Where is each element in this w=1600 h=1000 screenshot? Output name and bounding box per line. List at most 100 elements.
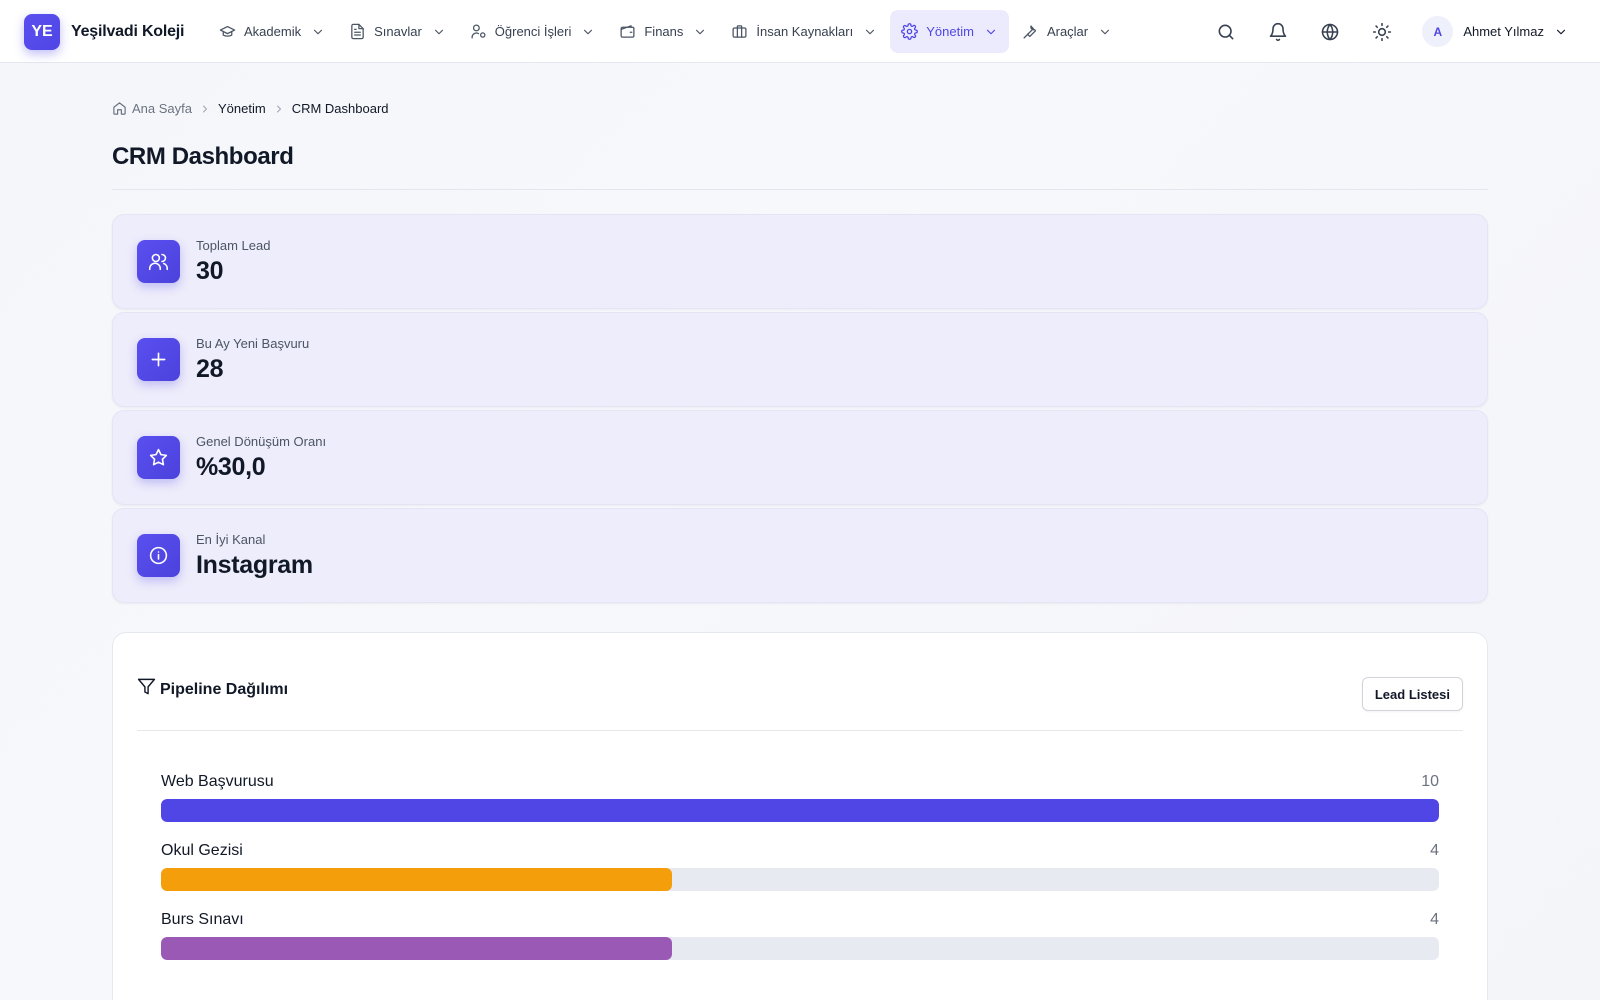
panel-title: Pipeline Dağılımı bbox=[137, 678, 289, 699]
search-icon bbox=[1218, 24, 1234, 39]
filter-icon bbox=[137, 678, 156, 694]
star-icon bbox=[149, 448, 168, 466]
progress-track bbox=[161, 799, 1439, 822]
lead-list-button[interactable]: Lead Listesi bbox=[1361, 677, 1463, 711]
plus-icon bbox=[151, 352, 166, 367]
menu-item-label: Sınavlar bbox=[374, 24, 422, 39]
pipeline-count: 10 bbox=[1421, 773, 1439, 790]
stat-icon-box bbox=[137, 534, 180, 577]
sun-icon bbox=[1373, 22, 1392, 41]
pipeline-name: Burs Sınavı bbox=[161, 911, 244, 928]
page-title: CRM Dashboard bbox=[112, 143, 294, 170]
info-icon bbox=[149, 546, 168, 565]
gear-icon bbox=[901, 23, 919, 40]
stat-icon-box bbox=[137, 240, 180, 283]
stat-text: Toplam Lead 30 bbox=[196, 238, 270, 286]
stat-value: %30,0 bbox=[196, 452, 266, 481]
pipeline-row-header: Web Başvurusu 10 bbox=[161, 771, 1439, 793]
chevron-down-icon bbox=[1101, 29, 1110, 34]
menu-item-label: İnsan Kaynakları bbox=[756, 24, 854, 39]
theme-toggle-button[interactable] bbox=[1356, 12, 1408, 52]
user-name: Ahmet Yılmaz bbox=[1463, 24, 1544, 39]
breadcrumb-home-link[interactable]: Ana Sayfa bbox=[132, 101, 192, 116]
main-menu: Akademik Sınavlar Öğrenci İşleri Finans … bbox=[208, 10, 1125, 53]
menu-item-label: Araçlar bbox=[1046, 24, 1089, 39]
progress-track bbox=[161, 868, 1439, 891]
stat-icon-box bbox=[137, 338, 180, 381]
menu-item-araclar[interactable]: Araçlar bbox=[1011, 10, 1123, 53]
avatar: A bbox=[1422, 16, 1454, 47]
menu-item-label: Öğrenci İşleri bbox=[494, 24, 572, 39]
users-icon bbox=[148, 253, 169, 271]
home-icon bbox=[113, 102, 126, 115]
breadcrumb-current: CRM Dashboard bbox=[291, 101, 389, 116]
pipeline-name: Web Başvurusu bbox=[161, 773, 274, 790]
stat-card-total-lead: Toplam Lead 30 bbox=[112, 214, 1488, 309]
pipeline-list: Web Başvurusu 10 Okul Gezisi 4 Burs Sına… bbox=[161, 771, 1439, 978]
chevron-down-icon bbox=[1556, 29, 1566, 34]
stat-value: 30 bbox=[196, 256, 224, 285]
briefcase-icon bbox=[732, 25, 747, 38]
breadcrumb: Ana Sayfa Yönetim CRM Dashboard bbox=[112, 101, 1488, 116]
chevron-down-icon bbox=[434, 29, 443, 34]
stat-text: En İyi Kanal Instagram bbox=[196, 532, 313, 580]
stat-icon-box bbox=[137, 436, 180, 479]
chevron-right-icon bbox=[276, 105, 281, 112]
progress-track bbox=[161, 937, 1439, 960]
stat-text: Bu Ay Yeni Başvuru 28 bbox=[196, 336, 309, 384]
pipeline-row: Okul Gezisi 4 bbox=[161, 840, 1439, 909]
menu-item-akademik[interactable]: Akademik bbox=[208, 10, 336, 53]
stats-list: Toplam Lead 30 Bu Ay Yeni Başvuru 28 Gen… bbox=[112, 214, 1488, 603]
stat-value: 28 bbox=[196, 354, 224, 383]
stat-label: Bu Ay Yeni Başvuru bbox=[196, 335, 310, 351]
panel-title-text: Pipeline Dağılımı bbox=[160, 681, 289, 698]
brand-name: Yeşilvadi Koleji bbox=[71, 23, 185, 40]
language-button[interactable] bbox=[1304, 12, 1356, 52]
wrench-icon bbox=[1023, 25, 1037, 39]
notifications-button[interactable] bbox=[1252, 12, 1304, 52]
main-content: Ana Sayfa Yönetim CRM Dashboard CRM Dash… bbox=[112, 63, 1488, 1000]
pipeline-panel: Pipeline Dağılımı Lead Listesi Web Başvu… bbox=[112, 632, 1488, 1000]
menu-item-insan-kaynaklari[interactable]: İnsan Kaynakları bbox=[720, 10, 888, 53]
chevron-right-icon bbox=[203, 105, 207, 112]
divider bbox=[112, 189, 1488, 190]
breadcrumb-section-link[interactable]: Yönetim bbox=[218, 101, 266, 116]
globe-icon bbox=[1322, 23, 1339, 40]
document-icon bbox=[351, 23, 364, 40]
top-navbar: YE Yeşilvadi Koleji Akademik Sınavlar Öğ… bbox=[0, 0, 1600, 63]
search-button[interactable] bbox=[1200, 12, 1252, 52]
pipeline-row-header: Okul Gezisi 4 bbox=[161, 840, 1439, 862]
stat-card-conversion-rate: Genel Dönüşüm Oranı %30,0 bbox=[112, 410, 1488, 505]
stat-label: Toplam Lead bbox=[196, 237, 271, 253]
stat-card-new-applications: Bu Ay Yeni Başvuru 28 bbox=[112, 312, 1488, 407]
menu-item-label: Finans bbox=[644, 24, 684, 39]
nav-right-tools: A Ahmet Yılmaz bbox=[1200, 0, 1600, 63]
chevron-down-icon bbox=[866, 29, 875, 34]
pipeline-row-header: Burs Sınavı 4 bbox=[161, 909, 1439, 931]
stat-card-best-channel: En İyi Kanal Instagram bbox=[112, 508, 1488, 603]
menu-item-ogrenci-isleri[interactable]: Öğrenci İşleri bbox=[459, 10, 607, 53]
stat-label: En İyi Kanal bbox=[196, 531, 266, 547]
brand-logo: YE bbox=[24, 14, 60, 50]
stat-text: Genel Dönüşüm Oranı %30,0 bbox=[196, 434, 326, 482]
chevron-down-icon bbox=[696, 29, 705, 34]
chevron-down-icon bbox=[584, 29, 593, 34]
brand[interactable]: YE Yeşilvadi Koleji bbox=[24, 14, 185, 50]
menu-item-sinavlar[interactable]: Sınavlar bbox=[338, 10, 457, 53]
pipeline-count: 4 bbox=[1430, 842, 1439, 859]
user-gear-icon bbox=[471, 24, 486, 39]
chevron-down-icon bbox=[986, 29, 996, 34]
progress-fill bbox=[161, 799, 1439, 822]
menu-item-yonetim[interactable]: Yönetim bbox=[890, 10, 1009, 53]
pipeline-row: Burs Sınavı 4 bbox=[161, 909, 1439, 978]
bell-icon bbox=[1270, 22, 1287, 41]
user-menu[interactable]: A Ahmet Yılmaz bbox=[1422, 16, 1568, 47]
panel-header bbox=[137, 633, 1463, 731]
stat-label: Genel Dönüşüm Oranı bbox=[196, 433, 327, 449]
menu-item-finans[interactable]: Finans bbox=[608, 10, 718, 53]
chevron-down-icon bbox=[313, 29, 323, 34]
progress-fill bbox=[161, 868, 673, 891]
menu-item-label: Akademik bbox=[244, 24, 302, 39]
pipeline-name: Okul Gezisi bbox=[161, 842, 243, 859]
pipeline-count: 4 bbox=[1430, 911, 1439, 928]
